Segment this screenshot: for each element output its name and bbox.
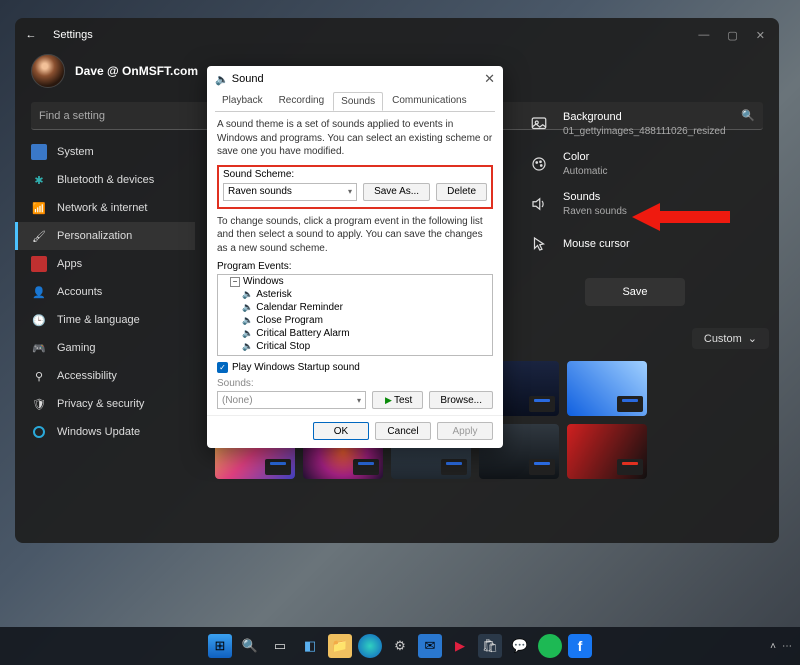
sidebar-item-accounts[interactable]: 👤Accounts: [15, 278, 195, 306]
theme-corner: [441, 459, 467, 475]
tab-sounds[interactable]: Sounds: [333, 92, 383, 111]
settings-taskbar-icon[interactable]: ⚙: [388, 634, 412, 658]
play-taskbar-icon[interactable]: ▶: [448, 634, 472, 658]
sidebar: System ✱Bluetooth & devices 📶Network & i…: [15, 138, 195, 446]
delete-button[interactable]: Delete: [436, 183, 487, 201]
dialog-title: Sound: [232, 73, 264, 85]
arrow-annotation: [632, 199, 732, 235]
test-button[interactable]: ▶Test: [372, 391, 423, 409]
tab-playback[interactable]: Playback: [215, 92, 270, 111]
close-button[interactable]: ✕: [756, 29, 765, 42]
sound-dialog: 🔈 Sound ✕ Playback Recording Sounds Commu…: [207, 66, 503, 448]
avatar: [31, 54, 65, 88]
search-placeholder: Find a setting: [39, 110, 105, 122]
mail-icon[interactable]: ✉: [418, 634, 442, 658]
instr-text: To change sounds, click a program event …: [217, 215, 493, 256]
dialog-tabs: Playback Recording Sounds Communications: [207, 92, 503, 111]
events-label: Program Events:: [217, 261, 493, 272]
brush-icon: 🖌: [31, 228, 47, 244]
opt-color[interactable]: ColorAutomatic: [525, 144, 769, 184]
custom-dropdown[interactable]: Custom⌄: [692, 328, 769, 349]
window-title: Settings: [53, 29, 698, 41]
picture-icon: [525, 110, 553, 138]
browse-button[interactable]: Browse...: [429, 391, 493, 409]
maximize-button[interactable]: ▢: [727, 29, 737, 42]
edge-icon[interactable]: [358, 634, 382, 658]
speaker-mini-icon: 🔈: [215, 73, 229, 86]
ok-button[interactable]: OK: [313, 422, 369, 440]
theme-corner: [529, 396, 555, 412]
events-list[interactable]: −Windows 🔈Asterisk 🔈Calendar Reminder 🔈C…: [217, 274, 493, 356]
chevron-up-icon[interactable]: ˄: [770, 641, 776, 652]
checkbox-checked-icon: ✓: [217, 362, 228, 373]
sidebar-item-time[interactable]: 🕒Time & language: [15, 306, 195, 334]
title-bar: ← Settings — ▢ ✕: [15, 18, 779, 52]
palette-icon: [525, 150, 553, 178]
accessibility-icon: ⚲: [31, 368, 47, 384]
taskview-icon[interactable]: ▭: [268, 634, 292, 658]
sidebar-item-apps[interactable]: Apps: [15, 250, 195, 278]
apply-button[interactable]: Apply: [437, 422, 493, 440]
sidebar-item-bluetooth[interactable]: ✱Bluetooth & devices: [15, 166, 195, 194]
scheme-section: Sound Scheme: Raven sounds▾ Save As... D…: [217, 165, 493, 209]
chevron-down-icon: ▾: [357, 396, 361, 405]
sidebar-item-accessibility[interactable]: ⚲Accessibility: [15, 362, 195, 390]
sidebar-item-gaming[interactable]: 🎮Gaming: [15, 334, 195, 362]
search-taskbar-icon[interactable]: 🔍: [238, 634, 262, 658]
cursor-icon: [525, 230, 553, 258]
clock-icon: 🕒: [31, 312, 47, 328]
startup-sound-checkbox[interactable]: ✓Play Windows Startup sound: [217, 362, 493, 373]
person-icon: 👤: [31, 284, 47, 300]
theme-card[interactable]: [567, 361, 647, 416]
theme-corner: [265, 459, 291, 475]
save-as-button[interactable]: Save As...: [363, 183, 430, 201]
facebook-icon[interactable]: f: [568, 634, 592, 658]
shield-icon: 🛡: [31, 396, 47, 412]
system-icon: [31, 144, 47, 160]
opt-background[interactable]: Background01_gettyimages_488111026_resiz…: [525, 104, 769, 144]
widgets-icon[interactable]: ◧: [298, 634, 322, 658]
sidebar-item-update[interactable]: Windows Update: [15, 418, 195, 446]
sidebar-item-system[interactable]: System: [15, 138, 195, 166]
theme-corner: [617, 459, 643, 475]
apps-icon: [31, 256, 47, 272]
tab-recording[interactable]: Recording: [272, 92, 332, 111]
explorer-icon[interactable]: 📁: [328, 634, 352, 658]
scheme-combo[interactable]: Raven sounds▾: [223, 183, 357, 201]
cancel-button[interactable]: Cancel: [375, 422, 431, 440]
minimize-button[interactable]: —: [698, 29, 709, 42]
account-name: Dave @ OnMSFT.com: [75, 64, 198, 78]
chat-icon[interactable]: 💬: [508, 634, 532, 658]
taskbar: ⊞ 🔍 ▭ ◧ 📁 ⚙ ✉ ▶ 🛍 💬 f ˄⋯: [0, 627, 800, 665]
sounds-combo[interactable]: (None)▾: [217, 391, 366, 409]
theme-corner: [617, 396, 643, 412]
sidebar-item-personalization[interactable]: 🖌Personalization: [15, 222, 195, 250]
sounds-label: Sounds:: [217, 378, 493, 389]
play-icon: ▶: [385, 395, 392, 406]
intro-text: A sound theme is a set of sounds applied…: [217, 118, 493, 159]
back-icon[interactable]: ←: [23, 29, 39, 41]
wifi-icon: 📶: [31, 200, 47, 216]
spotify-icon[interactable]: [538, 634, 562, 658]
tab-communications[interactable]: Communications: [385, 92, 473, 111]
dialog-close-button[interactable]: ✕: [484, 71, 495, 87]
scheme-label: Sound Scheme:: [223, 169, 487, 180]
theme-corner: [529, 459, 555, 475]
speaker-icon: [525, 190, 553, 218]
sidebar-item-network[interactable]: 📶Network & internet: [15, 194, 195, 222]
update-icon: [31, 424, 47, 440]
theme-card[interactable]: [567, 424, 647, 479]
chevron-down-icon: ▾: [348, 187, 352, 196]
start-button[interactable]: ⊞: [208, 634, 232, 658]
chevron-down-icon: ⌄: [748, 332, 757, 345]
system-tray[interactable]: ˄⋯: [770, 641, 792, 652]
store-icon[interactable]: 🛍: [478, 634, 502, 658]
save-button[interactable]: Save: [585, 278, 685, 306]
sidebar-item-privacy[interactable]: 🛡Privacy & security: [15, 390, 195, 418]
theme-corner: [353, 459, 379, 475]
bluetooth-icon: ✱: [31, 172, 47, 188]
gaming-icon: 🎮: [31, 340, 47, 356]
